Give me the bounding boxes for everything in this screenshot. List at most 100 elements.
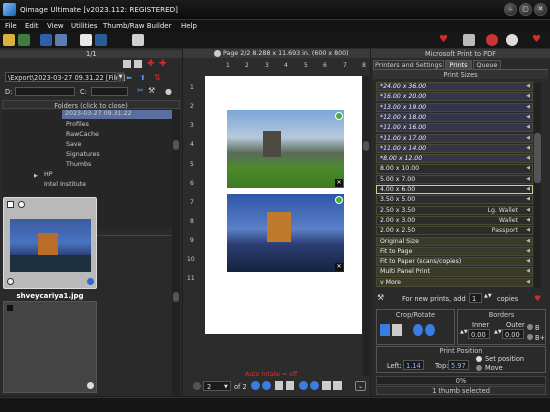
up-icon[interactable]: ⬆ <box>140 74 146 82</box>
outer-input[interactable]: 0.00 <box>502 329 524 339</box>
tree-scroll-thumb[interactable] <box>173 140 179 150</box>
set-position-radio[interactable] <box>476 356 482 362</box>
slot-radio[interactable] <box>87 382 94 389</box>
auto-rotate-status[interactable]: Auto rotate = off <box>245 371 297 378</box>
remove-image-icon[interactable]: ✕ <box>335 263 343 271</box>
b-radio[interactable] <box>527 324 533 330</box>
path-field[interactable]: \Export\2023-03-27 09.31.22 [Files] <box>5 72 126 82</box>
size-arrow-icon[interactable]: ◀ <box>526 104 530 111</box>
tree-item-rawcache[interactable]: RawCache <box>66 131 99 138</box>
first-page-icon[interactable] <box>251 381 260 390</box>
remove-image-icon[interactable]: ✕ <box>335 179 343 187</box>
preview-scroll-thumb[interactable] <box>363 141 369 151</box>
menu-file[interactable]: File <box>5 22 17 30</box>
empty-thumbnail-slot[interactable] <box>3 301 97 393</box>
print-size-row[interactable]: *11.00 x 14.00 ◀ <box>376 143 533 153</box>
scissors-icon[interactable]: ✂ <box>137 86 144 95</box>
size-arrow-icon[interactable]: ◀ <box>526 83 530 90</box>
outer-spinner-icon[interactable]: ▲▼ <box>494 329 502 335</box>
size-list-scrollbar[interactable] <box>534 83 541 288</box>
dot-icon[interactable]: ● <box>165 87 172 96</box>
left-input[interactable]: 1.14 <box>403 360 424 370</box>
tree-expand-icon[interactable]: ▶ <box>34 173 38 179</box>
export-icon-2[interactable] <box>333 381 342 390</box>
menu-thumb-raw-builder[interactable]: Thumb/Raw Builder <box>103 22 171 30</box>
move-radio[interactable] <box>476 365 482 371</box>
add-icon[interactable]: ✚ <box>147 59 155 69</box>
print-size-row[interactable]: Original Size ◀ <box>376 236 533 246</box>
print-size-row[interactable]: 2.00 x 3.00 Wallet ◀ <box>376 215 533 226</box>
size-arrow-icon[interactable]: ◀ <box>526 176 530 183</box>
print-size-row[interactable]: Multi Panel Print ◀ <box>376 267 533 277</box>
print-size-row[interactable]: *24.00 x 36.00 ◀ <box>376 82 533 92</box>
print-size-row[interactable]: *8.00 x 12.00 ◀ <box>376 154 533 164</box>
print-size-row[interactable]: Fit to Paper (scans/copies) ◀ <box>376 257 533 267</box>
c-field[interactable] <box>91 87 128 96</box>
size-arrow-icon[interactable]: ◀ <box>526 268 530 275</box>
size-arrow-icon[interactable]: ◀ <box>526 217 530 224</box>
size-arrow-icon[interactable]: ◀ <box>526 114 530 121</box>
tab-prints[interactable]: Prints <box>445 60 472 69</box>
page-nav-icon[interactable] <box>193 382 201 390</box>
print-size-row[interactable]: *12.00 x 18.00 ◀ <box>376 112 533 123</box>
heart-icon-2[interactable]: ♥ <box>532 34 544 46</box>
collapse-chevron-icon[interactable]: ⌄ <box>355 381 366 391</box>
menu-view[interactable]: View <box>47 22 64 30</box>
preview-scrollbar[interactable] <box>363 76 369 376</box>
top-input[interactable]: 5.97 <box>448 360 469 370</box>
size-list-scroll-thumb[interactable] <box>534 133 541 183</box>
thumbnail-radio[interactable] <box>18 201 25 208</box>
copies-spinner-icon[interactable]: ▲▼ <box>484 293 492 299</box>
thumbs-scroll-thumb[interactable] <box>173 292 179 302</box>
crop-icon[interactable] <box>380 324 390 336</box>
rotate-right-icon[interactable] <box>425 324 435 336</box>
alarm-icon[interactable] <box>486 34 498 46</box>
share-icon[interactable] <box>95 34 107 46</box>
print-size-row[interactable]: *11.00 x 17.00 ◀ <box>376 133 533 143</box>
clock-icon[interactable] <box>506 34 518 46</box>
maximize-button[interactable]: ▢ <box>519 3 532 16</box>
tree-item-thumbs[interactable]: Thumbs <box>66 161 91 168</box>
save-icon[interactable] <box>40 34 52 46</box>
print-size-row[interactable]: 2.50 x 3.50 Lg. Wallet ◀ <box>376 205 533 215</box>
export-icon[interactable] <box>322 381 331 390</box>
sort-icon[interactable]: ⇅ <box>154 73 161 82</box>
tab-queue[interactable]: Queue <box>473 60 501 69</box>
tree-item-intel[interactable]: Intel Institute <box>44 181 86 186</box>
size-arrow-icon[interactable]: ◀ <box>526 279 530 286</box>
size-arrow-icon[interactable]: ◀ <box>526 258 530 265</box>
print-size-row[interactable]: v More ◀ <box>376 277 533 287</box>
path-dropdown-chevron-icon[interactable]: ▼ <box>117 72 124 82</box>
wrench-icon[interactable]: ⚒ <box>377 293 384 302</box>
print-size-row[interactable]: 5.00 x 7.00 ◀ <box>376 174 533 184</box>
page-select[interactable]: 2 ▼ <box>203 381 231 391</box>
print-icon[interactable] <box>463 34 475 46</box>
size-arrow-icon[interactable]: ◀ <box>526 93 530 100</box>
gallery-icon[interactable] <box>55 34 67 46</box>
thumbnail-checkbox[interactable] <box>7 201 14 208</box>
tree-item-signatures[interactable]: Signatures <box>66 151 100 158</box>
inner-spinner-icon[interactable]: ▲▼ <box>460 329 468 335</box>
refresh-icon[interactable] <box>18 34 30 46</box>
rotate-icon[interactable] <box>392 324 402 336</box>
size-arrow-icon[interactable]: ◀ <box>526 196 530 203</box>
close-button[interactable]: ✕ <box>534 3 547 16</box>
rotate-left-icon[interactable] <box>413 324 423 336</box>
print-size-row[interactable]: *13.00 x 19.00 ◀ <box>376 102 533 112</box>
tree-item-hp[interactable]: HP <box>44 171 53 178</box>
prev-page-icon[interactable] <box>262 381 271 390</box>
print-size-row[interactable]: *11.00 x 16.00 ◀ <box>376 123 533 133</box>
last-page-icon[interactable] <box>310 381 319 390</box>
info-icon[interactable] <box>80 34 92 46</box>
copies-input[interactable]: 1 <box>469 293 482 303</box>
size-arrow-icon[interactable]: ◀ <box>526 155 530 162</box>
page-view-icon[interactable] <box>275 381 283 390</box>
menu-help[interactable]: Help <box>181 22 197 30</box>
print-size-row[interactable]: Fit to Page ◀ <box>376 246 533 256</box>
add-icon-2[interactable]: ✚ <box>159 59 167 69</box>
size-arrow-icon[interactable]: ◀ <box>526 227 530 234</box>
back-icon[interactable]: ⬅ <box>126 74 132 82</box>
size-arrow-icon[interactable]: ◀ <box>526 207 530 214</box>
tree-item-selected[interactable]: 2023-03-27 09.31.22 <box>62 110 172 119</box>
slot-checkbox[interactable] <box>7 305 13 311</box>
